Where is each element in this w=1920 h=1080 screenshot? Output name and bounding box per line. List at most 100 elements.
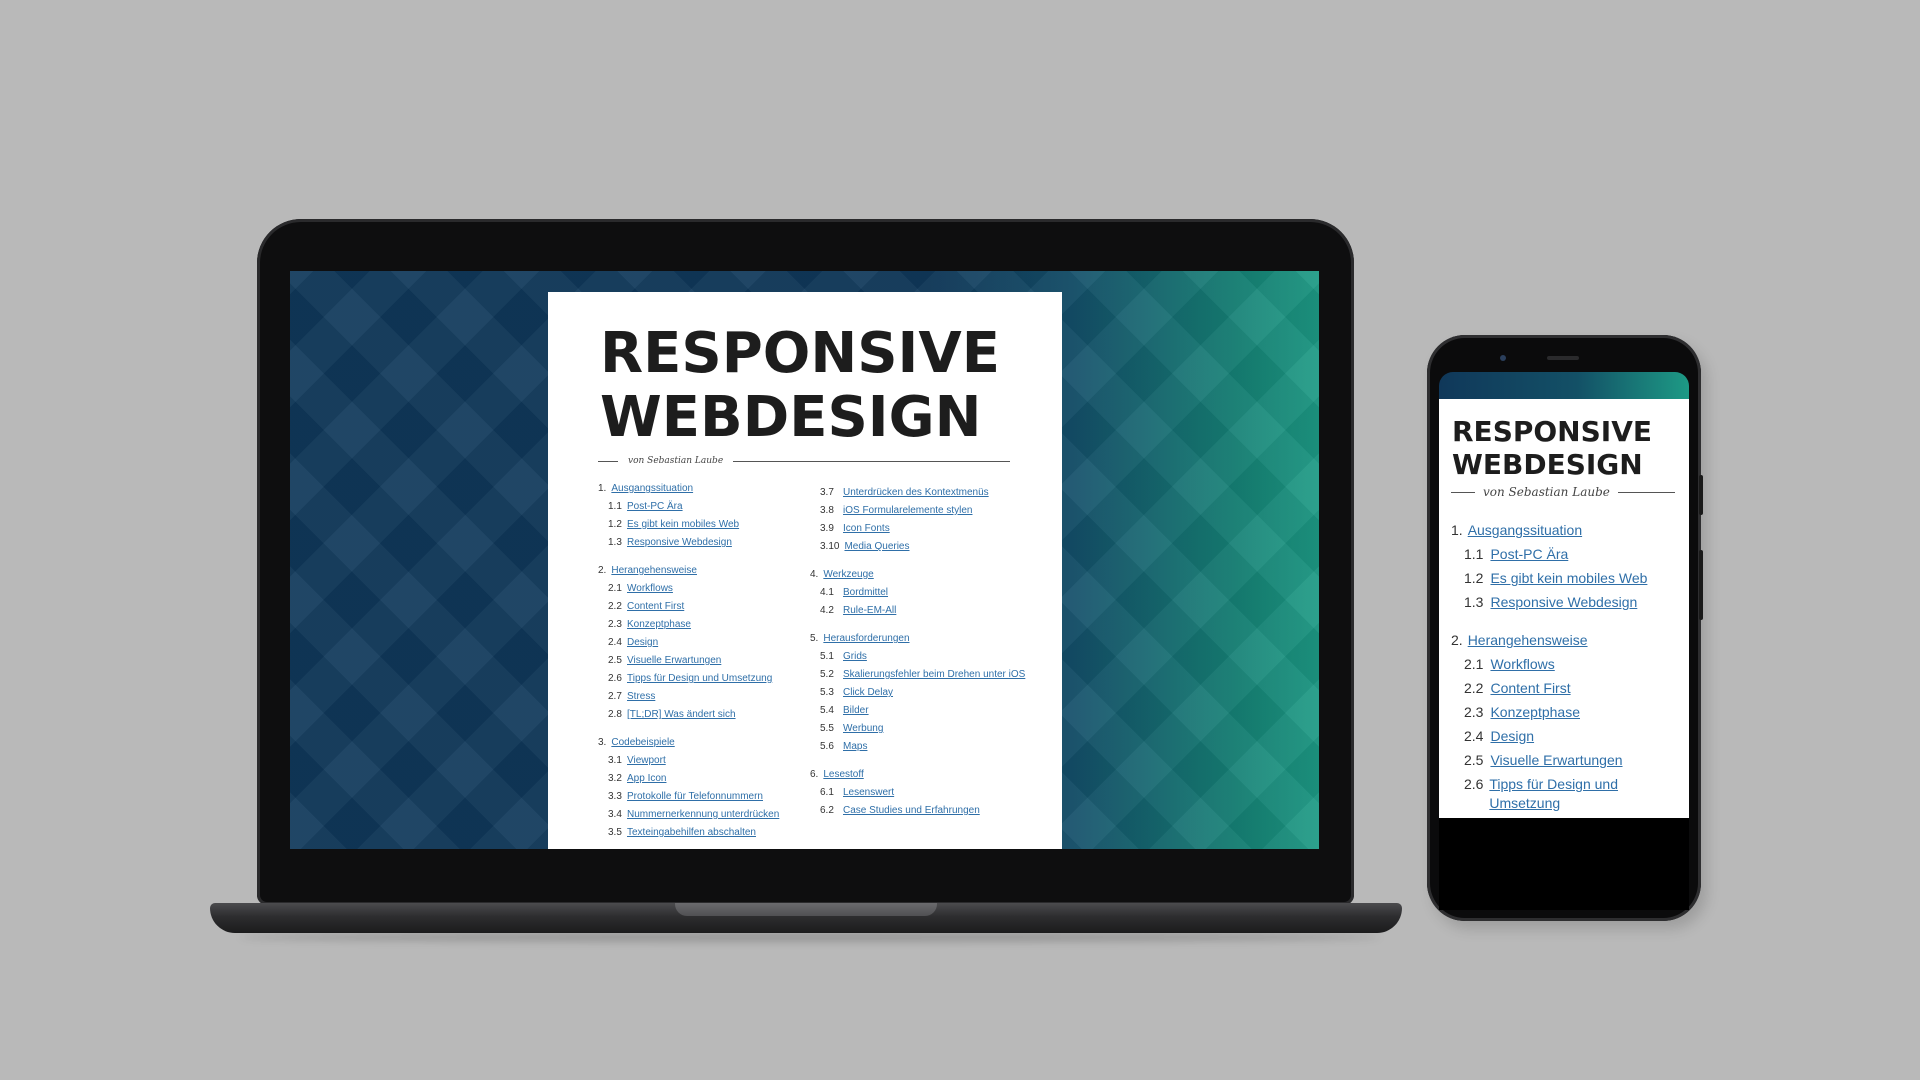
toc-subsection: 2.5 Visuelle Erwartungen — [1451, 751, 1681, 770]
toc-subsection-link[interactable]: Protokolle für Telefonnummern — [627, 790, 763, 804]
toc-subsection-link[interactable]: Design — [627, 636, 658, 650]
toc-section-number: 2. — [1451, 632, 1463, 648]
phone-author-name: von Sebastian Laube — [1483, 485, 1610, 499]
toc-subsection-link[interactable]: Workflows — [627, 582, 673, 596]
toc-subsection-number: 1.3 — [1464, 594, 1484, 610]
toc-section: 1. Ausgangssituation 1.1 Post-PC Ära 1.2 Es g… — [598, 482, 808, 550]
toc-subsection-number: 6.1 — [820, 787, 834, 798]
toc-subsection-number: 1.2 — [1464, 570, 1484, 586]
toc-subsection-link[interactable]: Maps — [843, 740, 867, 754]
toc-subsection-link[interactable]: Viewport — [627, 754, 666, 768]
toc-subsection-link[interactable]: [TL;DR] Was ändert sich — [627, 708, 736, 722]
toc-subsection-number: 5.3 — [820, 687, 834, 698]
toc-subsection-number: 2.5 — [608, 655, 622, 666]
toc-subsection-number: 5.4 — [820, 705, 834, 716]
toc-subsection-link[interactable]: Icon Fonts — [843, 522, 890, 536]
toc-section-link[interactable]: Werkzeuge — [823, 568, 873, 582]
toc-subsection: 1.2 Es gibt kein mobiles Web — [598, 518, 808, 532]
toc-subsection: 3.3 Protokolle für Telefonnummern — [598, 790, 808, 804]
toc-subsection-link[interactable]: Es gibt kein mobiles Web — [1490, 569, 1647, 588]
toc-subsection-link[interactable]: Visuelle Erwartungen — [1490, 751, 1622, 770]
toc-subsection-link[interactable]: Konzeptphase — [627, 618, 691, 632]
toc-subsection-number: 3.9 — [820, 523, 834, 534]
toc-subsection-number: 3.1 — [608, 755, 622, 766]
toc-section: 4. Werkzeuge 4.1 Bordmittel 4.2 Rule-EM-All — [810, 568, 1030, 618]
toc-subsection-link[interactable]: Werbung — [843, 722, 883, 736]
toc-subsection-link[interactable]: Case Studies und Erfahrungen — [843, 804, 980, 818]
toc-subsection-number: 2.7 — [608, 691, 622, 702]
toc-section-number: 6. — [810, 769, 819, 780]
toc-subsection-link[interactable]: Lesenswert — [843, 786, 894, 800]
toc-section-link[interactable]: Herangehensweise — [611, 564, 697, 578]
toc-subsection-number: 2.3 — [1464, 704, 1484, 720]
toc-subsection: 5.6 Maps — [810, 740, 1030, 754]
toc-subsection-link[interactable]: Stress — [627, 690, 655, 704]
toc-subsection-number: 2.1 — [608, 583, 622, 594]
phone-byline-rule-right — [1617, 491, 1675, 493]
toc-subsection-link[interactable]: Post-PC Ära — [627, 500, 683, 514]
toc-subsection: 4.1 Bordmittel — [810, 586, 1030, 600]
toc-subsection-number: 3.8 — [820, 505, 834, 516]
laptop-screen: RESPONSIVE WEBDESIGN von Sebastian Laube… — [290, 271, 1319, 849]
toc-subsection-number: 3.2 — [608, 773, 622, 784]
toc-subsection-link[interactable]: Bilder — [843, 704, 869, 718]
toc-subsection-link[interactable]: iOS Formularelemente stylen — [843, 504, 973, 518]
toc-subsection-number: 5.6 — [820, 741, 834, 752]
toc-subsection: 3.7 Unterdrücken des Kontextmenüs — [810, 486, 1030, 500]
toc-subsection-link[interactable]: Nummernerkennung unterdrücken — [627, 808, 779, 822]
toc-subsection-link[interactable]: App Icon — [627, 772, 666, 786]
toc-subsection: 5.4 Bilder — [810, 704, 1030, 718]
toc-subsection-number: 1.2 — [608, 519, 622, 530]
toc-subsection-link[interactable]: Grids — [843, 650, 867, 664]
toc-section: 1. Ausgangssituation 1.1 Post-PC Ära 1.2 Es g… — [1451, 521, 1681, 612]
toc-section: 2. Herangehensweise 2.1 Workflows 2.2 Content… — [1451, 631, 1681, 818]
toc-section-number: 4. — [810, 569, 819, 580]
toc-subsection-number: 2.2 — [1464, 680, 1484, 696]
toc-subsection-link[interactable]: Skalierungsfehler beim Drehen unter iOS — [843, 668, 1025, 682]
toc-section-number: 2. — [598, 565, 607, 576]
toc-subsection-link[interactable]: Bordmittel — [843, 586, 888, 600]
toc-subsection-link[interactable]: Unterdrücken des Kontextmenüs — [843, 486, 989, 500]
toc-subsection-link[interactable]: Responsive Webdesign — [627, 536, 732, 550]
toc-subsection: 4.2 Rule-EM-All — [810, 604, 1030, 618]
toc-section: 2. Herangehensweise 2.1 Workflows 2.2 Content… — [598, 564, 808, 722]
toc-subsection-number: 5.2 — [820, 669, 834, 680]
toc-subsection: 3.5 Texteingabehilfen abschalten — [598, 826, 808, 840]
toc-subsection-number: 6.2 — [820, 805, 834, 816]
toc-subsection-link[interactable]: Click Delay — [843, 686, 893, 700]
toc-subsection-link[interactable]: Content First — [627, 600, 684, 614]
title-line-1: RESPONSIVE — [600, 321, 1000, 386]
toc-section-link[interactable]: Ausgangssituation — [611, 482, 693, 496]
toc-subsection-link[interactable]: Content First — [1490, 679, 1570, 698]
toc-section-heading: 1. Ausgangssituation — [1451, 521, 1681, 540]
toc-section-link[interactable]: Codebeispiele — [611, 736, 674, 750]
toc-subsection-link[interactable]: Design — [1490, 727, 1534, 746]
toc-subsection-number: 2.6 — [1464, 776, 1484, 792]
toc-section-link[interactable]: Herausforderungen — [823, 632, 909, 646]
toc-subsection-link[interactable]: Rule-EM-All — [843, 604, 896, 618]
phone-camera — [1500, 355, 1506, 361]
toc-subsection-link[interactable]: Texteingabehilfen abschalten — [627, 826, 756, 840]
toc-subsection-number: 1.1 — [608, 501, 622, 512]
toc-subsection: 5.2 Skalierungsfehler beim Drehen unter i… — [810, 668, 1030, 682]
toc-subsection-link[interactable]: Workflows — [1490, 655, 1554, 674]
laptop-hinge-notch — [675, 903, 937, 916]
toc-subsection-link[interactable]: Konzeptphase — [1490, 703, 1580, 722]
toc-subsection-link[interactable]: Responsive Webdesign — [1490, 593, 1637, 612]
phone-document-page: RESPONSIVE WEBDESIGN von Sebastian Laube… — [1439, 399, 1689, 818]
toc-subsection-link[interactable]: Es gibt kein mobiles Web — [627, 518, 739, 532]
toc-section-link[interactable]: Ausgangssituation — [1468, 521, 1582, 540]
toc-subsection: 2.4 Design — [1451, 727, 1681, 746]
toc-subsection-link[interactable]: Tipps für Design und Umsetzung — [627, 672, 772, 686]
toc-subsection: 3.2 App Icon — [598, 772, 808, 786]
toc-column-right: 3.7 Unterdrücken des Kontextmenüs 3.8 iOS F… — [810, 482, 1030, 832]
toc-subsection-number: 3.7 — [820, 487, 834, 498]
toc-subsection-link[interactable]: Media Queries — [844, 540, 909, 554]
toc-section: 3.7 Unterdrücken des Kontextmenüs 3.8 iOS F… — [810, 486, 1030, 554]
toc-section-link[interactable]: Lesestoff — [823, 768, 863, 782]
toc-subsection-link[interactable]: Tipps für Design und Umsetzung — [1489, 775, 1681, 813]
toc-subsection-link[interactable]: Visuelle Erwartungen — [627, 654, 721, 668]
toc-subsection-link[interactable]: Post-PC Ära — [1490, 545, 1568, 564]
toc-section-link[interactable]: Herangehensweise — [1468, 631, 1588, 650]
phone-side-button-1 — [1699, 475, 1703, 515]
